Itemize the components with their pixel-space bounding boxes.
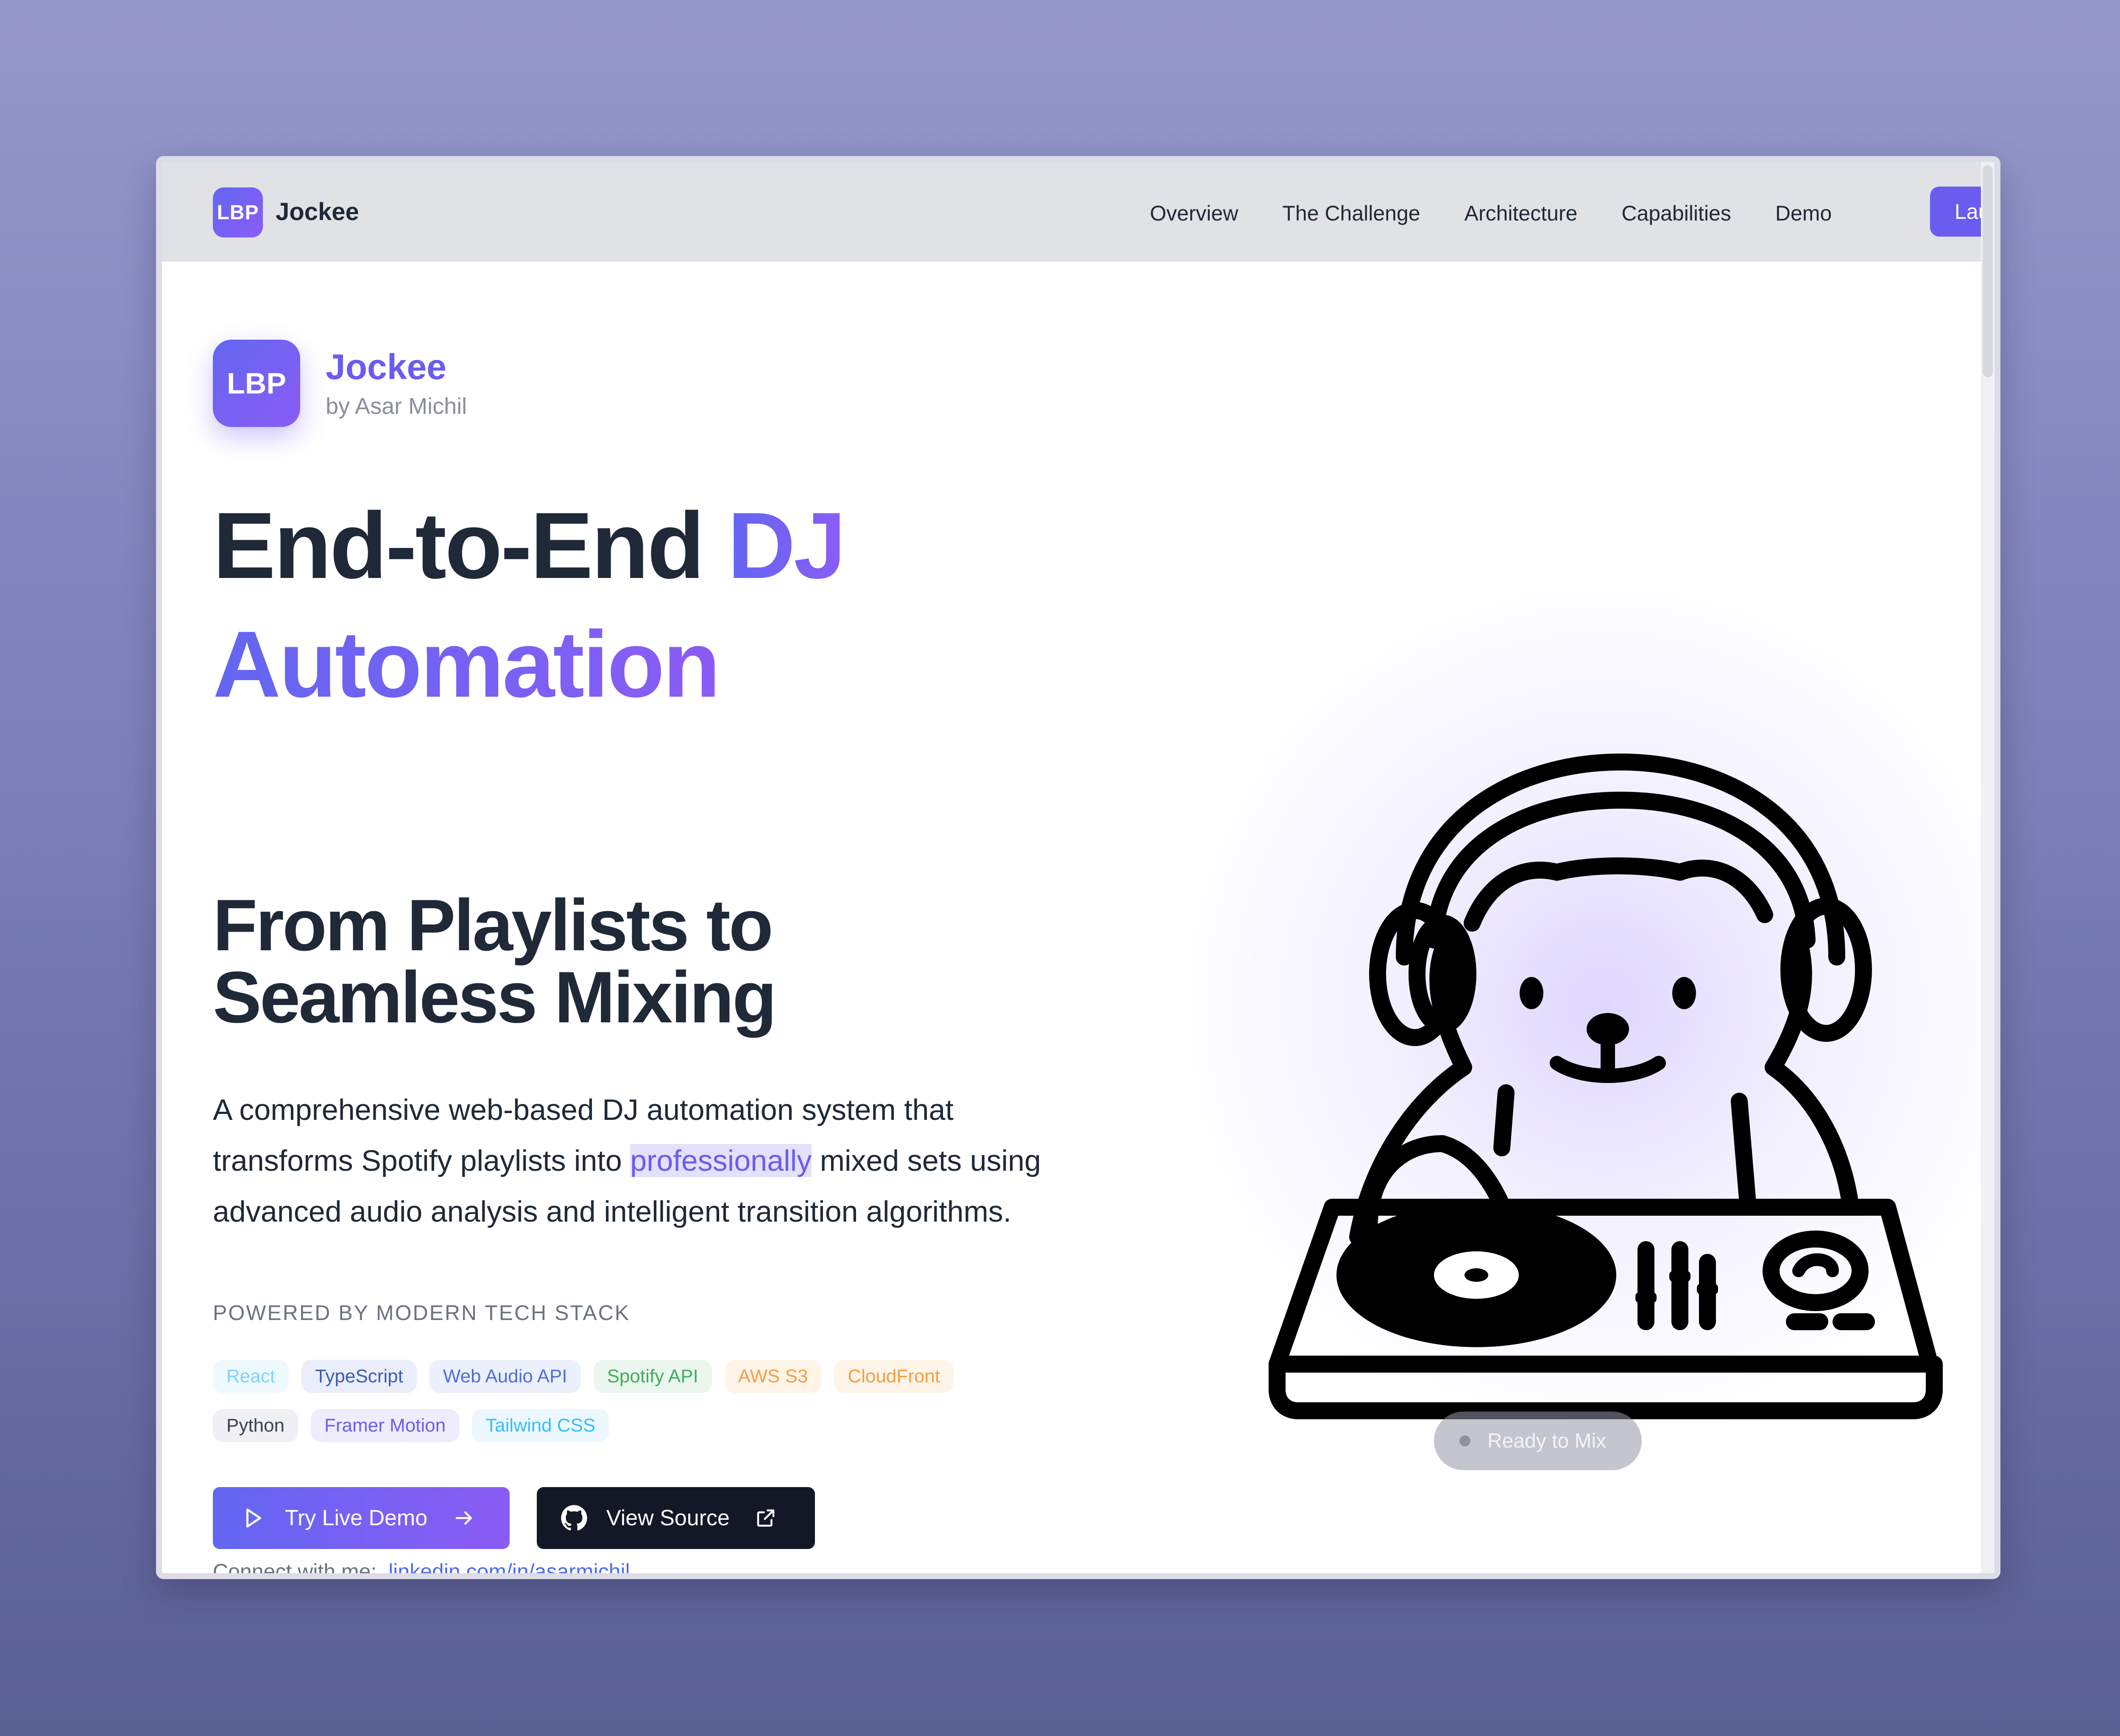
tech-tag-spotify-api: Spotify API [593, 1360, 712, 1393]
linkedin-link[interactable]: linkedin.com/in/asarmichil [388, 1560, 630, 1573]
view-source-label: View Source [606, 1506, 730, 1530]
arrow-right-icon [455, 1511, 472, 1525]
hero-author: by Asar Michil [326, 394, 467, 419]
nav-link-challenge[interactable]: The Challenge [1282, 201, 1420, 226]
headline-accent-automation: Automation [213, 612, 720, 717]
tech-tag-python: Python [213, 1409, 298, 1442]
hero-headline: End-to-End DJ Automation [213, 486, 1230, 724]
nav-logo[interactable]: LBP [213, 187, 263, 237]
tag-row: React TypeScript Web Audio API Spotify API A… [213, 1360, 1061, 1393]
headline-part1: End-to-End [213, 493, 728, 598]
hero-logo: LBP [213, 340, 300, 427]
top-navbar: LBP Jockee Overview The Challenge Archit… [162, 162, 1994, 262]
nav-link-overview[interactable]: Overview [1150, 201, 1238, 226]
tag-row: Python Framer Motion Tailwind CSS [213, 1409, 1061, 1442]
nav-link-capabilities[interactable]: Capabilities [1621, 201, 1731, 226]
nav-links: Overview The Challenge Architecture Capa… [1150, 201, 1876, 226]
status-dot-icon [1459, 1435, 1470, 1446]
play-icon [246, 1508, 261, 1528]
external-link-icon [757, 1509, 775, 1527]
tech-tag-aws-s3: AWS S3 [724, 1360, 822, 1393]
browser-window: LBP Jockee Overview The Challenge Archit… [156, 156, 2000, 1579]
try-live-demo-label: Try Live Demo [285, 1506, 428, 1530]
tech-tag-framer-motion: Framer Motion [310, 1409, 460, 1442]
nav-link-architecture[interactable]: Architecture [1464, 201, 1578, 226]
dj-bear-illustration [1269, 754, 1943, 1419]
status-badge: Ready to Mix [1434, 1412, 1642, 1470]
headline-accent-dj: DJ [727, 493, 846, 598]
hero-section: LBP Jockee by Asar Michil End-to-End DJ … [162, 262, 1981, 1576]
scrollbar-thumb[interactable] [1983, 165, 1993, 377]
connect-label: Connect with me: [213, 1560, 377, 1576]
tech-tag-typescript: TypeScript [301, 1360, 417, 1393]
subheadline-line2: Seamless Mixing [213, 957, 777, 1038]
scrollbar[interactable] [1981, 162, 1994, 1573]
view-source-button[interactable]: View Source [537, 1487, 815, 1549]
tech-tag-react: React [213, 1360, 289, 1393]
tech-tag-cloudfront: CloudFront [834, 1360, 954, 1393]
tech-tag-web-audio-api: Web Audio API [429, 1360, 581, 1393]
hero-subheadline: From Playlists to Seamless Mixing [213, 885, 1146, 1038]
tech-tag-tailwind-css: Tailwind CSS [472, 1409, 609, 1442]
hero-brand-name: Jockee [326, 347, 446, 387]
hero-description: A comprehensive web-based DJ automation … [213, 1084, 1044, 1237]
try-live-demo-button[interactable]: Try Live Demo [213, 1487, 510, 1549]
hero-logo-text: LBP [227, 367, 286, 400]
nav-brand-name[interactable]: Jockee [276, 198, 359, 226]
connect-line: Connect with me: linkedin.com/in/asarmic… [213, 1559, 630, 1576]
tech-stack-label: POWERED BY MODERN TECH STACK [213, 1301, 630, 1325]
status-label: Ready to Mix [1487, 1429, 1607, 1452]
nav-logo-text: LBP [217, 201, 259, 224]
description-highlight: professionally [630, 1144, 812, 1177]
github-icon [561, 1505, 587, 1531]
tech-stack-tags: React TypeScript Web Audio API Spotify API A… [213, 1360, 1061, 1458]
nav-link-demo[interactable]: Demo [1775, 201, 1832, 226]
subheadline-line1: From Playlists to [213, 885, 773, 966]
